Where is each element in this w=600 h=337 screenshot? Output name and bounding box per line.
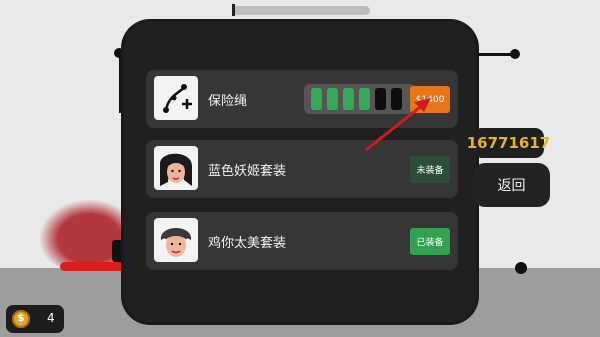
level-segment [359,88,370,110]
upgrade-level-meter [304,84,416,114]
level-segment [343,88,354,110]
wire-anchor-right [510,49,520,59]
blue-enchantress-face-icon [154,146,198,190]
level-segment [327,88,338,110]
upgrade-label: 保险绳 [208,94,248,109]
rope-length-bar [232,6,370,15]
coin-counter: $ 4 [6,305,64,333]
left-wire [119,53,121,113]
ground-blob [515,262,527,274]
upgrade-row-blue-suit: 蓝色妖姬套装 未装备 [146,140,458,198]
buy-price-button[interactable]: $1400 [410,86,450,113]
level-segment [375,88,386,110]
equip-status-button[interactable]: 已装备 [410,228,450,255]
coin-icon: $ [12,310,30,328]
level-segment [311,88,322,110]
upgrade-row-rope: 保险绳 $1400 [146,70,458,128]
rope-length-marker [232,4,235,16]
right-wire [470,53,515,56]
coin-count: 4 [47,311,55,325]
upgrade-label: 鸡你太美套装 [208,236,287,251]
level-segment [391,88,402,110]
upgrade-row-jntm-suit: 鸡你太美套装 已装备 [146,212,458,270]
equip-status-button[interactable]: 未装备 [410,156,450,183]
wire-anchor-left [114,48,124,58]
upgrade-label: 蓝色妖姬套装 [208,164,287,179]
jntm-face-icon [154,218,198,262]
score-display: 16771617 [467,128,550,158]
back-button[interactable]: 返回 [473,163,550,207]
blood-pool [60,262,130,271]
rope-plus-icon [154,76,198,120]
